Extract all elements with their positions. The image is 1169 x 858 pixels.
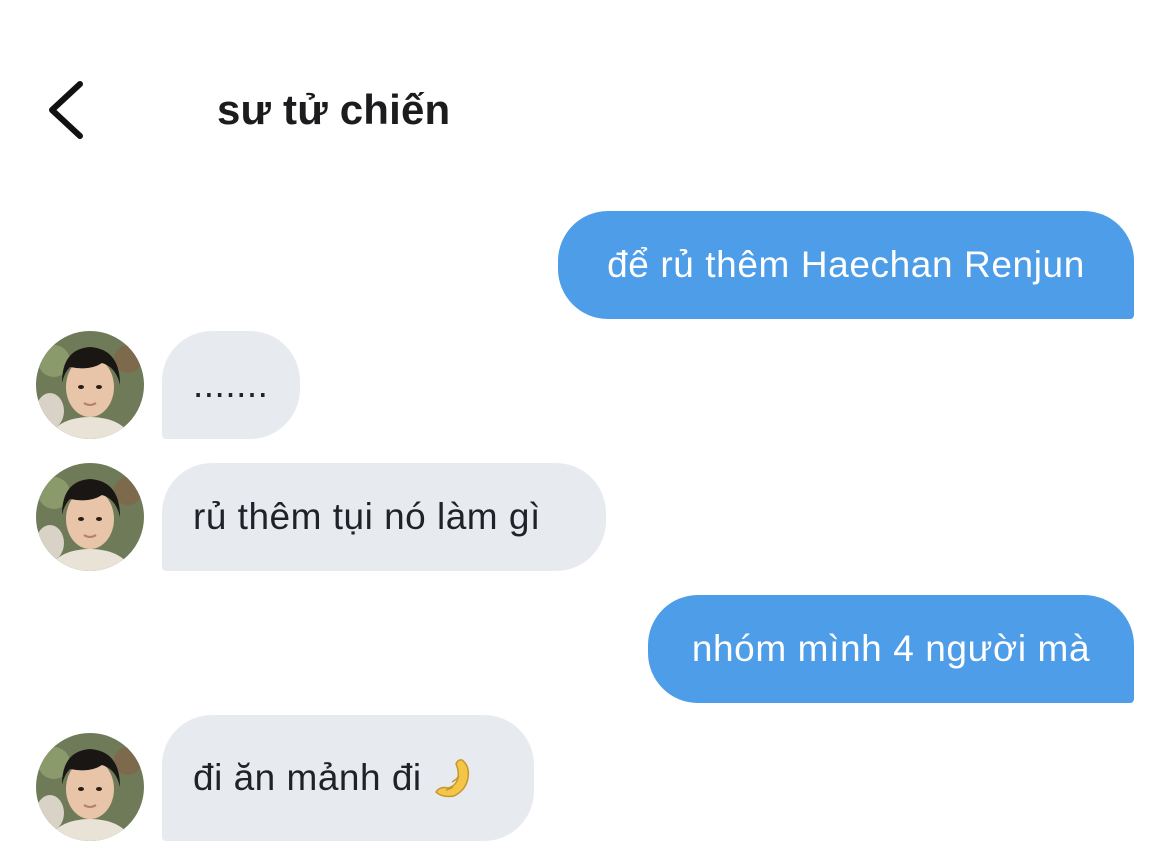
contact-avatar-image (36, 331, 144, 439)
chat-header: sư tử chiến (0, 0, 1169, 200)
incoming-message[interactable]: đi ăn mảnh đi (162, 715, 534, 841)
message-text: ....... (193, 364, 269, 405)
chat-screen: sư tử chiến để rủ thêm Haechan Renjun ..… (0, 0, 1169, 858)
back-button[interactable] (40, 78, 96, 142)
pinched-fingers-icon (432, 756, 476, 800)
message-text: rủ thêm tụi nó làm gì (193, 496, 541, 537)
contact-avatar-image (36, 463, 144, 571)
avatar[interactable] (36, 463, 144, 571)
avatar[interactable] (36, 733, 144, 841)
outgoing-message[interactable]: để rủ thêm Haechan Renjun (558, 211, 1134, 319)
chat-title: sư tử chiến (217, 86, 451, 133)
avatar[interactable] (36, 331, 144, 439)
message-text: nhóm mình 4 người mà (691, 628, 1091, 669)
contact-avatar-image (36, 733, 144, 841)
incoming-message[interactable]: ....... (162, 331, 300, 439)
message-text: để rủ thêm Haechan Renjun (607, 244, 1085, 285)
message-text: đi ăn mảnh đi (193, 757, 422, 798)
outgoing-message[interactable]: nhóm mình 4 người mà (648, 595, 1134, 703)
incoming-message[interactable]: rủ thêm tụi nó làm gì (162, 463, 606, 571)
chevron-left-icon (49, 81, 83, 139)
